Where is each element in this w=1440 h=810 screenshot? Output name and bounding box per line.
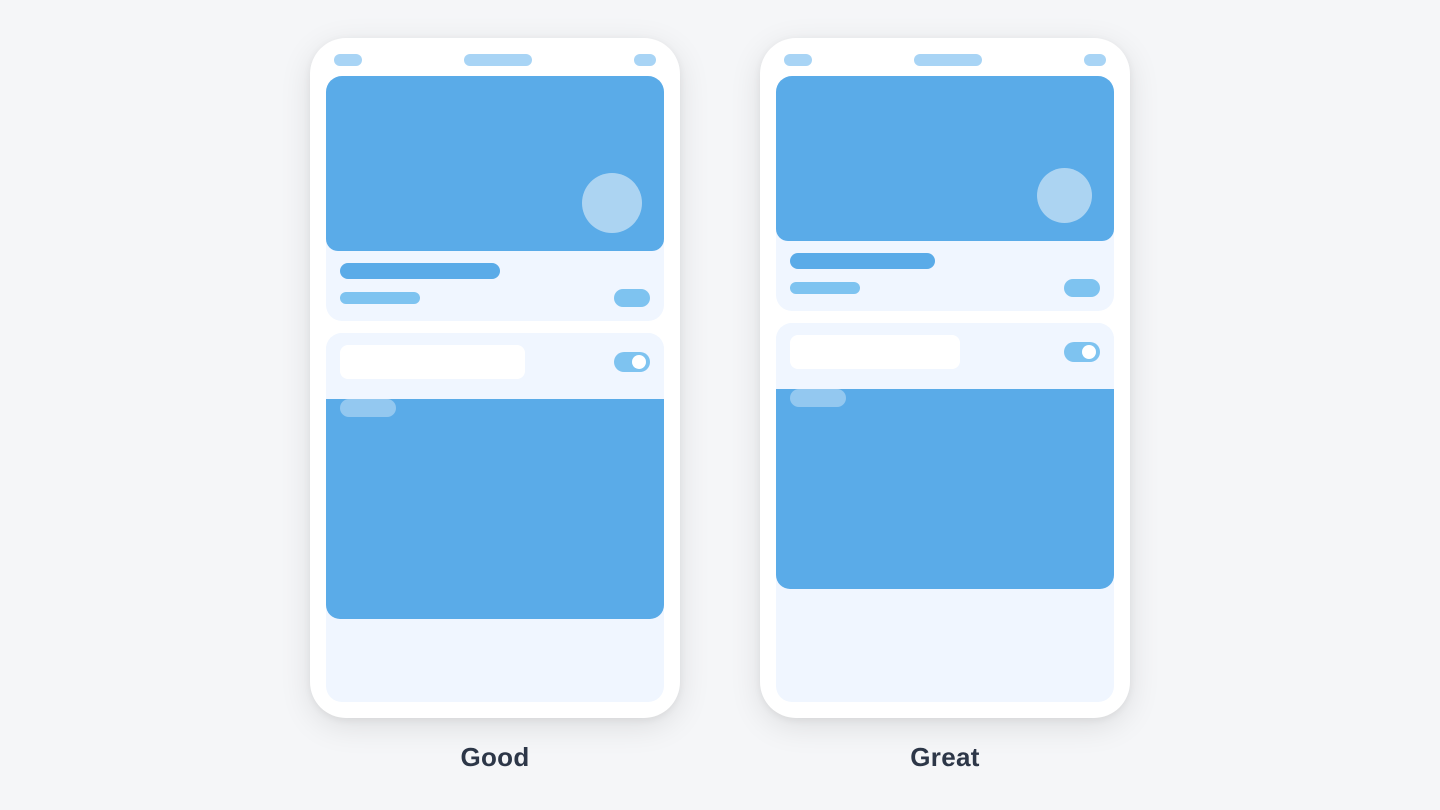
great-top-bar-center-pill — [914, 54, 982, 66]
great-card-top — [776, 76, 1114, 311]
great-phone-content — [760, 76, 1130, 718]
good-card-bottom — [326, 333, 664, 702]
good-phone-top-bar — [310, 38, 680, 76]
good-card-form-tag — [340, 399, 396, 417]
great-card-info — [776, 241, 1114, 311]
great-card-subtitle-bar — [790, 282, 860, 294]
great-card-form-tag — [790, 389, 846, 407]
good-card-form-body — [326, 399, 664, 619]
great-card-avatar — [1037, 168, 1092, 223]
good-card-image — [326, 76, 664, 251]
good-top-bar-center-pill — [464, 54, 532, 66]
good-card-avatar — [582, 173, 642, 233]
great-card-title-bar — [790, 253, 935, 269]
good-card-form-header — [326, 333, 664, 389]
good-card-top — [326, 76, 664, 321]
great-phone-wrapper: Great — [760, 38, 1130, 773]
great-card-toggle — [1064, 342, 1100, 362]
good-card-title-bar — [340, 263, 500, 279]
great-card-subtitle-row — [790, 279, 1100, 297]
good-phone-wrapper: Good — [310, 38, 680, 773]
great-top-bar-right-dot — [1084, 54, 1106, 66]
great-card-form-input — [790, 335, 960, 369]
good-phone-content — [310, 76, 680, 718]
great-label: Great — [910, 742, 979, 773]
good-card-form-input — [340, 345, 525, 379]
great-card-image — [776, 76, 1114, 241]
good-card-toggle — [614, 352, 650, 372]
great-phone-top-bar — [760, 38, 1130, 76]
great-card-bottom — [776, 323, 1114, 702]
great-top-bar-left-dot — [784, 54, 812, 66]
great-card-form-header — [776, 323, 1114, 379]
good-label: Good — [460, 742, 529, 773]
great-phone-frame — [760, 38, 1130, 718]
good-card-info — [326, 251, 664, 321]
good-card-subtitle-bar — [340, 292, 420, 304]
good-top-bar-right-dot — [634, 54, 656, 66]
great-card-badge — [1064, 279, 1100, 297]
good-card-subtitle-row — [340, 289, 650, 307]
great-card-form-body — [776, 389, 1114, 589]
good-card-badge — [614, 289, 650, 307]
good-top-bar-left-dot — [334, 54, 362, 66]
good-phone-frame — [310, 38, 680, 718]
